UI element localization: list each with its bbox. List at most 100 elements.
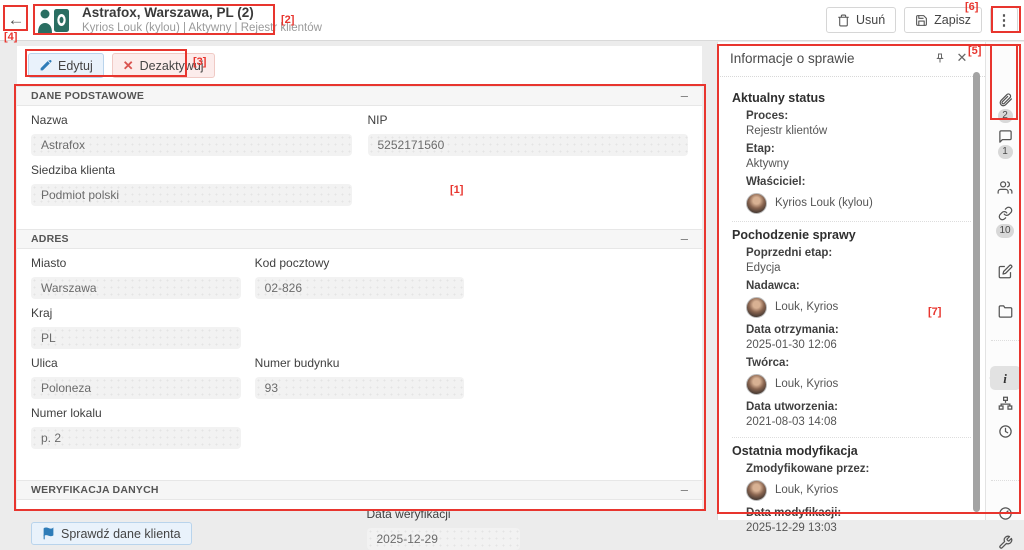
hierarchy-icon[interactable] bbox=[986, 396, 1024, 411]
info-tab-icon[interactable]: i bbox=[986, 370, 1024, 387]
deactivate-button[interactable]: ✕ Dezaktywuj bbox=[112, 53, 215, 78]
panel-section-title: Ostatnia modyfikacja bbox=[732, 444, 971, 458]
user-avatar bbox=[746, 480, 767, 501]
item-value: Louk, Kyrios bbox=[775, 483, 838, 498]
panel-item: Zmodyfikowane przez: Louk, Kyrios bbox=[746, 462, 971, 501]
item-label: Data modyfikacji: bbox=[746, 506, 971, 521]
item-value: Edycja bbox=[746, 261, 971, 276]
delete-button[interactable]: Usuń bbox=[826, 7, 896, 33]
collapse-icon[interactable]: – bbox=[681, 91, 688, 101]
item-value: Kyrios Louk (kylou) bbox=[775, 196, 873, 211]
field-nip: NIP bbox=[368, 112, 689, 156]
item-value: 2025-01-30 12:06 bbox=[746, 338, 971, 353]
links-count-badge: 10 bbox=[986, 224, 1024, 238]
save-button-label: Zapisz bbox=[934, 13, 971, 27]
panel-content: Aktualny status Proces: Rejestr klientów… bbox=[718, 77, 985, 536]
panel-divider bbox=[732, 221, 971, 222]
folder-icon[interactable] bbox=[986, 304, 1024, 319]
tools-wrench-icon[interactable] bbox=[986, 535, 1024, 550]
kraj-input[interactable] bbox=[31, 327, 241, 349]
field-miasto: Miasto bbox=[31, 255, 241, 299]
section-header-address: ADRES – bbox=[17, 229, 702, 249]
nazwa-input[interactable] bbox=[31, 134, 352, 156]
item-label: Data otrzymania: bbox=[746, 323, 971, 338]
section-body-address: Miasto Kod pocztowy Kraj Ulica Numer bud… bbox=[17, 249, 702, 480]
more-menu-button[interactable]: ⋮ bbox=[990, 7, 1018, 33]
pencil-icon bbox=[39, 59, 52, 72]
section-body-verification: Sprawdź dane klienta Data weryfikacji bbox=[17, 500, 702, 550]
pin-icon[interactable] bbox=[929, 47, 951, 69]
section-title: WERYFIKACJA DANYCH bbox=[31, 484, 159, 496]
edit-button[interactable]: Edytuj bbox=[28, 53, 104, 78]
comments-icon[interactable] bbox=[986, 129, 1024, 144]
save-button[interactable]: Zapisz bbox=[904, 7, 982, 33]
item-label: Twórca: bbox=[746, 356, 971, 371]
miasto-input[interactable] bbox=[31, 277, 241, 299]
record-toolbar: Edytuj ✕ Dezaktywuj bbox=[17, 46, 702, 86]
rail-divider bbox=[991, 340, 1019, 341]
client-form-card: Edytuj ✕ Dezaktywuj DANE PODSTAWOWE – Na… bbox=[17, 46, 702, 511]
info-glyph: i bbox=[1003, 370, 1007, 387]
panel-section-title: Pochodzenie sprawy bbox=[732, 228, 971, 242]
item-value: 2021-08-03 14:08 bbox=[746, 415, 971, 430]
field-label: Nazwa bbox=[31, 112, 352, 128]
ulica-input[interactable] bbox=[31, 377, 241, 399]
attachments-count-badge: 2 bbox=[986, 109, 1024, 123]
case-info-panel-header: Informacje o sprawie ✕ bbox=[718, 42, 985, 74]
panel-section-title: Aktualny status bbox=[732, 91, 971, 105]
user-avatar bbox=[746, 193, 767, 214]
panel-item: Proces: Rejestr klientów bbox=[746, 109, 971, 139]
item-value: Rejestr klientów bbox=[746, 124, 971, 139]
panel-item: Nadawca: Louk, Kyrios bbox=[746, 279, 971, 318]
collapse-icon[interactable]: – bbox=[681, 485, 688, 495]
siedziba-klienta-input[interactable] bbox=[31, 184, 352, 206]
section-body-basic-data: Nazwa NIP Siedziba klienta bbox=[17, 106, 702, 229]
history-icon[interactable] bbox=[986, 424, 1024, 439]
page-title: Astrafox, Warszawa, PL (2) bbox=[82, 4, 322, 21]
trash-icon bbox=[837, 14, 850, 27]
section-title: ADRES bbox=[31, 233, 69, 245]
item-value: 2025-12-29 13:03 bbox=[746, 521, 971, 536]
user-avatar bbox=[746, 374, 767, 395]
kod-pocztowy-input[interactable] bbox=[255, 277, 465, 299]
client-avatar-icon bbox=[38, 8, 72, 38]
flag-icon bbox=[42, 527, 55, 540]
check-client-data-label: Sprawdź dane klienta bbox=[61, 527, 181, 541]
panel-item: Twórca: Louk, Kyrios bbox=[746, 356, 971, 395]
dashboard-gauge-icon[interactable] bbox=[986, 506, 1024, 521]
field-label: Numer lokalu bbox=[31, 405, 241, 421]
rail-divider bbox=[991, 480, 1019, 481]
item-value: Louk, Kyrios bbox=[775, 300, 838, 315]
field-label: Numer budynku bbox=[255, 355, 465, 371]
numer-lokalu-input[interactable] bbox=[31, 427, 241, 449]
user-avatar bbox=[746, 297, 767, 318]
nip-input[interactable] bbox=[368, 134, 689, 156]
data-weryfikacji-input[interactable] bbox=[367, 528, 521, 550]
delete-button-label: Usuń bbox=[856, 13, 885, 27]
item-label: Zmodyfikowane przez: bbox=[746, 462, 971, 477]
numer-budynku-input[interactable] bbox=[255, 377, 465, 399]
section-header-verification: WERYFIKACJA DANYCH – bbox=[17, 480, 702, 500]
edit-document-icon[interactable] bbox=[986, 264, 1024, 279]
field-label: Miasto bbox=[31, 255, 241, 271]
panel-item: Data otrzymania: 2025-01-30 12:06 bbox=[746, 323, 971, 353]
field-nazwa: Nazwa bbox=[31, 112, 352, 156]
links-icon[interactable] bbox=[986, 206, 1024, 221]
attachments-icon[interactable] bbox=[986, 92, 1024, 107]
field-label: Siedziba klienta bbox=[31, 162, 352, 178]
field-label: Kod pocztowy bbox=[255, 255, 465, 271]
panel-scrollbar[interactable] bbox=[973, 72, 980, 512]
item-label: Właściciel: bbox=[746, 175, 971, 190]
field-siedziba-klienta: Siedziba klienta bbox=[31, 162, 352, 206]
item-value: Louk, Kyrios bbox=[775, 377, 838, 392]
participants-icon[interactable] bbox=[986, 180, 1024, 195]
field-data-weryfikacji: Data weryfikacji bbox=[367, 506, 521, 550]
collapse-icon[interactable]: – bbox=[681, 234, 688, 244]
close-icon[interactable]: ✕ bbox=[951, 47, 973, 69]
panel-item: Właściciel: Kyrios Louk (kylou) bbox=[746, 175, 971, 214]
item-label: Nadawca: bbox=[746, 279, 971, 294]
back-button[interactable]: ← bbox=[5, 9, 27, 31]
check-client-data-button[interactable]: Sprawdź dane klienta bbox=[31, 522, 192, 545]
panel-divider bbox=[732, 437, 971, 438]
field-ulica: Ulica bbox=[31, 355, 241, 399]
